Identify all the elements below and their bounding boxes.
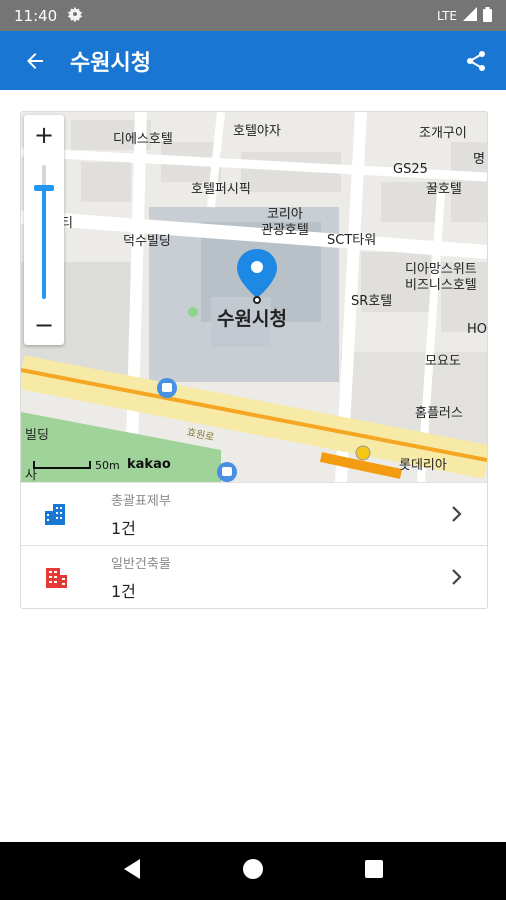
map-label: 호텔퍼시픽 [191,182,251,197]
back-button[interactable] [0,31,70,90]
map-label: GS25 [393,162,428,177]
page-title: 수원시청 [70,50,151,76]
map-label: SCT타워 [327,233,377,248]
map-label: 롯데리아 [399,458,447,473]
list-item-count: 1건 [111,518,136,538]
zoom-out-button[interactable]: − [24,305,64,345]
map-label: 빌딩 [25,428,49,443]
map-label: 꿀호텔 [426,182,462,197]
zoom-in-button[interactable]: + [24,115,64,155]
map-label: 모요도 [425,354,461,369]
share-button[interactable] [446,31,506,90]
system-nav-bar [0,842,506,900]
list-item-label: 일반건축물 [111,556,171,572]
map-label: 호텔야자 [233,124,281,139]
map-label: 덕수빌딩 [123,234,171,249]
share-icon [467,50,485,71]
map-label: HO [467,322,487,337]
nav-back-icon[interactable] [122,858,142,884]
kakao-logo: kakao [127,457,171,472]
map-label: 조개구이 [419,126,467,141]
map-label-city-hall: 수원시청 [217,308,287,330]
map-label: 디아망스위트 비즈니스호텔 [405,262,477,293]
settings-icon [67,6,83,26]
nav-recents-icon[interactable] [364,859,384,883]
map-label: 명 [473,152,485,167]
arrow-back-icon [27,52,43,69]
list-item-general-building[interactable]: 일반건축물 1건 [21,545,487,608]
location-card: 디에스호텔 호텔야자 조개구이 GS25 꿀호텔 호텔퍼시픽 코리아 관광호텔 … [20,111,488,609]
zoom-slider-handle[interactable] [34,185,54,191]
network-type: LTE [437,8,457,23]
list-item-count: 1건 [111,581,136,601]
status-bar: 11:40 LTE [0,0,506,31]
map-scale-label: 50m [95,459,120,472]
building-icon [21,501,91,527]
chevron-right-icon [427,505,487,523]
map-label: 홈플러스 [415,406,463,421]
map-label: SR호텔 [351,294,393,309]
list-item-summary-title[interactable]: 총괄표제부 1건 [21,482,487,545]
building-icon [21,564,91,590]
chevron-right-icon [427,568,487,586]
status-time: 11:40 [14,6,58,25]
map-view[interactable]: 디에스호텔 호텔야자 조개구이 GS25 꿀호텔 호텔퍼시픽 코리아 관광호텔 … [21,112,487,482]
battery-icon [483,6,492,25]
map-label: 디에스호텔 [113,132,173,147]
map-label: 코리아 관광호텔 [261,207,309,238]
zoom-level-fill [42,187,46,299]
app-bar: 수원시청 [0,31,506,90]
list-item-label: 총괄표제부 [111,493,171,509]
zoom-control: + − [24,115,64,345]
map-scale-bar [33,461,91,469]
nav-home-icon[interactable] [242,858,264,884]
signal-icon [463,7,477,24]
